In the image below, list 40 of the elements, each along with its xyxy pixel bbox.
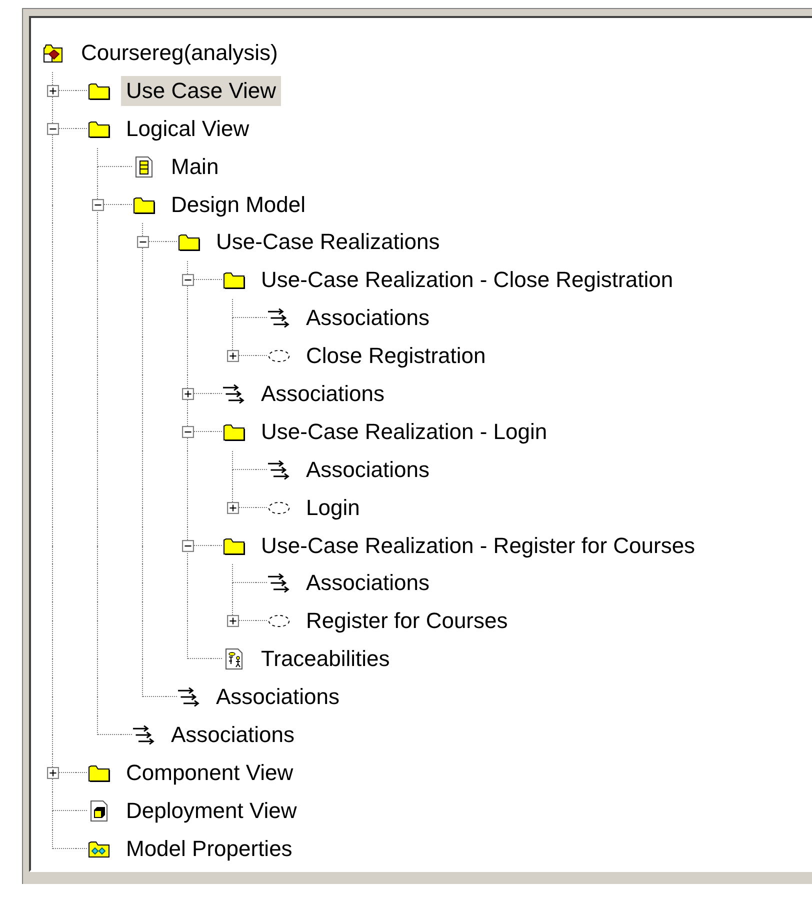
tree-item[interactable]: Use Case View [121,76,281,106]
tree-item[interactable]: Close Registration [301,341,491,372]
expander-box[interactable] [227,615,239,628]
tree-item[interactable]: Associations [256,378,390,409]
expander-box[interactable] [182,426,194,438]
expander-box[interactable] [182,274,194,286]
tree-item[interactable]: Coursereg(analysis) [76,38,283,68]
expander-box[interactable] [47,766,59,779]
tree-item[interactable]: Login [301,492,365,523]
expander-box[interactable] [137,236,149,248]
arrows-icon [267,572,291,594]
tree-item[interactable]: Use-Case Realization - Register for Courses [256,530,700,561]
expander-box[interactable] [47,122,59,135]
expander-box[interactable] [92,198,104,210]
tree-item[interactable]: Main [166,152,224,182]
expander-box[interactable] [227,350,239,362]
tree-item[interactable]: Use-Case Realization - Close Registration [256,265,678,296]
tree-item[interactable]: Model Properties [121,834,298,864]
tree-item[interactable]: Logical View [121,114,254,144]
expander-box[interactable] [182,540,194,552]
tree-item[interactable]: Traceabilities [256,644,395,674]
tree-item[interactable]: Associations [211,682,345,712]
arrows-icon [132,724,156,746]
expander-box[interactable] [227,502,239,514]
arrows-icon [267,458,291,481]
tree-item[interactable]: Register for Courses [301,606,513,636]
tree-item[interactable]: Use-Case Realization - Login [256,416,552,447]
expander-box[interactable] [47,84,59,97]
arrows-icon [177,686,201,708]
expander-box[interactable] [182,388,194,400]
arrows-icon [267,307,291,330]
tree-item[interactable]: Design Model [166,190,311,220]
tree-item[interactable]: Associations [301,454,435,485]
tree-item[interactable]: Associations [166,720,300,750]
arrows-icon [222,382,246,405]
tree-item[interactable]: Use-Case Realizations [211,227,445,258]
tree-item[interactable]: Associations [301,303,435,334]
tree-item[interactable]: Associations [301,568,435,598]
tree-item[interactable]: Component View [121,758,298,788]
tree-item[interactable]: Deployment View [121,796,302,826]
